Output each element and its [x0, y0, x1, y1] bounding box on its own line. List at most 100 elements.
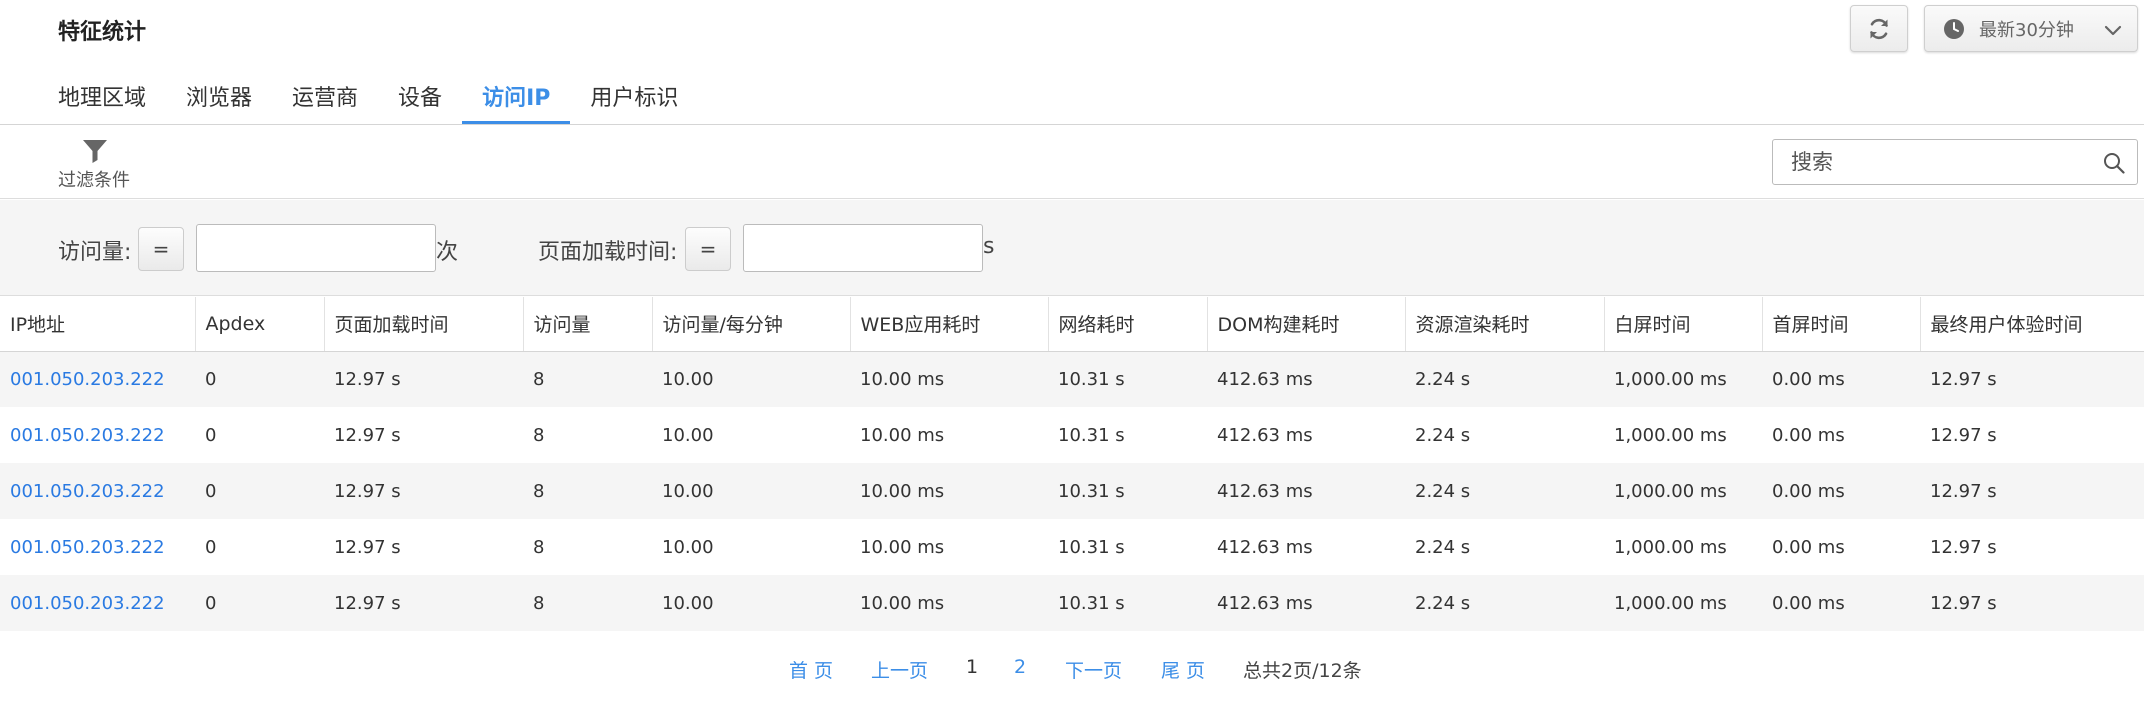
network-time-cell: 10.31 s — [1048, 407, 1207, 463]
last-page-link[interactable]: 尾 页 — [1161, 656, 1205, 683]
chevron-down-icon — [2104, 25, 2122, 36]
ip-link[interactable]: 001.050.203.222 — [10, 481, 165, 502]
toolbar: 过滤条件 — [0, 126, 2144, 199]
prev-page-link[interactable]: 上一页 — [871, 656, 928, 683]
col-network-time[interactable]: 网络耗时 — [1048, 297, 1208, 352]
col-visits-per-minute[interactable]: 访问量/每分钟 — [652, 297, 851, 352]
col-page-load-time[interactable]: 页面加载时间 — [324, 297, 524, 352]
visits-unit: 次 — [436, 240, 459, 265]
filter-label: 过滤条件 — [58, 170, 130, 191]
white-screen-time-cell: 1,000.00 ms — [1604, 575, 1762, 631]
table-row: 001.050.203.222 0 12.97 s 8 10.00 10.00 … — [0, 407, 2144, 463]
visits-cell: 8 — [523, 575, 652, 631]
col-dom-build-time[interactable]: DOM构建耗时 — [1207, 297, 1406, 352]
col-end-user-experience-time[interactable]: 最终用户体验时间 — [1920, 297, 2144, 352]
dom-build-time-cell: 412.63 ms — [1207, 463, 1405, 519]
visits-operator-button[interactable]: = — [138, 227, 184, 271]
col-resource-render-time[interactable]: 资源渲染耗时 — [1405, 297, 1605, 352]
ip-cell: 001.050.203.222 — [0, 351, 195, 407]
refresh-icon — [1870, 18, 1888, 39]
page-2-link[interactable]: 2 — [1014, 656, 1026, 678]
page-1-current: 1 — [966, 656, 979, 678]
web-app-time-cell: 10.00 ms — [850, 575, 1048, 631]
pagination-total: 总共2页/12条 — [1243, 660, 1362, 682]
network-time-cell: 10.31 s — [1048, 463, 1207, 519]
tab-visit-ip[interactable]: 访问IP — [462, 74, 571, 124]
visits-per-minute-cell: 10.00 — [652, 519, 850, 575]
time-range-label: 最新30分钟 — [1979, 19, 2074, 41]
table-header-row: IP地址 Apdex 页面加载时间 访问量 访问量/每分钟 WEB应用耗时 网络… — [0, 297, 2144, 352]
first-screen-time-cell: 0.00 ms — [1762, 463, 1920, 519]
web-app-time-cell: 10.00 ms — [850, 407, 1048, 463]
ip-link[interactable]: 001.050.203.222 — [10, 593, 165, 614]
col-white-screen-time[interactable]: 白屏时间 — [1604, 297, 1763, 352]
resource-render-time-cell: 2.24 s — [1405, 575, 1604, 631]
tab-browser[interactable]: 浏览器 — [166, 74, 272, 124]
visits-per-minute-cell: 10.00 — [652, 351, 850, 407]
network-time-cell: 10.31 s — [1048, 351, 1207, 407]
white-screen-time-cell: 1,000.00 ms — [1604, 351, 1762, 407]
col-ip-address[interactable]: IP地址 — [0, 297, 196, 352]
search-box — [1772, 139, 2138, 185]
pagination: 首 页 上一页 1 2 下一页 尾 页 总共2页/12条 — [0, 652, 2144, 688]
col-web-app-time[interactable]: WEB应用耗时 — [850, 297, 1049, 352]
search-input[interactable] — [1773, 140, 2093, 184]
web-app-time-cell: 10.00 ms — [850, 351, 1048, 407]
apdex-cell: 0 — [195, 519, 324, 575]
visits-per-minute-cell: 10.00 — [652, 463, 850, 519]
network-time-cell: 10.31 s — [1048, 519, 1207, 575]
visits-value-input[interactable] — [196, 224, 436, 272]
dom-build-time-cell: 412.63 ms — [1207, 519, 1405, 575]
tab-geo-region[interactable]: 地理区域 — [38, 74, 166, 124]
page-title: 特征统计 — [58, 20, 147, 45]
first-page-link[interactable]: 首 页 — [789, 656, 833, 683]
page-load-time-cell: 12.97 s — [324, 463, 523, 519]
first-screen-time-cell: 0.00 ms — [1762, 519, 1920, 575]
dom-build-time-cell: 412.63 ms — [1207, 575, 1405, 631]
filter-panel: 访问量: = 次 页面加载时间: = s — [0, 200, 2144, 296]
page-load-time-cell: 12.97 s — [324, 519, 523, 575]
header: 特征统计 最新30分钟 地理区域 浏览器 运营商 设备 访问IP 用户标识 — [0, 0, 2144, 125]
col-visits[interactable]: 访问量 — [523, 297, 653, 352]
dom-build-time-cell: 412.63 ms — [1207, 351, 1405, 407]
tab-bar: 地理区域 浏览器 运营商 设备 访问IP 用户标识 — [38, 74, 698, 124]
white-screen-time-cell: 1,000.00 ms — [1604, 407, 1762, 463]
table-row: 001.050.203.222 0 12.97 s 8 10.00 10.00 … — [0, 575, 2144, 631]
resource-render-time-cell: 2.24 s — [1405, 407, 1604, 463]
page-load-time-cell: 12.97 s — [324, 407, 523, 463]
web-app-time-cell: 10.00 ms — [850, 519, 1048, 575]
tab-carrier[interactable]: 运营商 — [272, 74, 378, 124]
visits-cell: 8 — [523, 519, 652, 575]
clock-icon — [1944, 18, 1964, 39]
visits-per-minute-cell: 10.00 — [652, 575, 850, 631]
dom-build-time-cell: 412.63 ms — [1207, 407, 1405, 463]
ip-link[interactable]: 001.050.203.222 — [10, 369, 165, 390]
refresh-button[interactable] — [1850, 5, 1908, 52]
visits-per-minute-cell: 10.00 — [652, 407, 850, 463]
visits-cell: 8 — [523, 463, 652, 519]
white-screen-time-cell: 1,000.00 ms — [1604, 463, 1762, 519]
end-user-experience-time-cell: 12.97 s — [1920, 575, 2144, 631]
load-time-operator-button[interactable]: = — [685, 227, 731, 271]
filter-toggle-button[interactable]: 过滤条件 — [56, 132, 136, 194]
apdex-cell: 0 — [195, 575, 324, 631]
ip-link[interactable]: 001.050.203.222 — [10, 425, 165, 446]
table-row: 001.050.203.222 0 12.97 s 8 10.00 10.00 … — [0, 351, 2144, 407]
end-user-experience-time-cell: 12.97 s — [1920, 463, 2144, 519]
ip-cell: 001.050.203.222 — [0, 575, 195, 631]
tab-device[interactable]: 设备 — [378, 74, 462, 124]
first-screen-time-cell: 0.00 ms — [1762, 575, 1920, 631]
end-user-experience-time-cell: 12.97 s — [1920, 351, 2144, 407]
time-range-dropdown[interactable]: 最新30分钟 — [1924, 5, 2138, 52]
search-icon[interactable] — [2103, 152, 2125, 174]
ip-link[interactable]: 001.050.203.222 — [10, 537, 165, 558]
col-apdex[interactable]: Apdex — [195, 297, 325, 352]
filter-icon — [83, 140, 107, 163]
col-first-screen-time[interactable]: 首屏时间 — [1762, 297, 1921, 352]
load-time-value-input[interactable] — [743, 224, 983, 272]
resource-render-time-cell: 2.24 s — [1405, 519, 1604, 575]
table-row: 001.050.203.222 0 12.97 s 8 10.00 10.00 … — [0, 463, 2144, 519]
next-page-link[interactable]: 下一页 — [1065, 656, 1122, 683]
tab-user-id[interactable]: 用户标识 — [570, 74, 698, 124]
page-load-time-cell: 12.97 s — [324, 351, 523, 407]
